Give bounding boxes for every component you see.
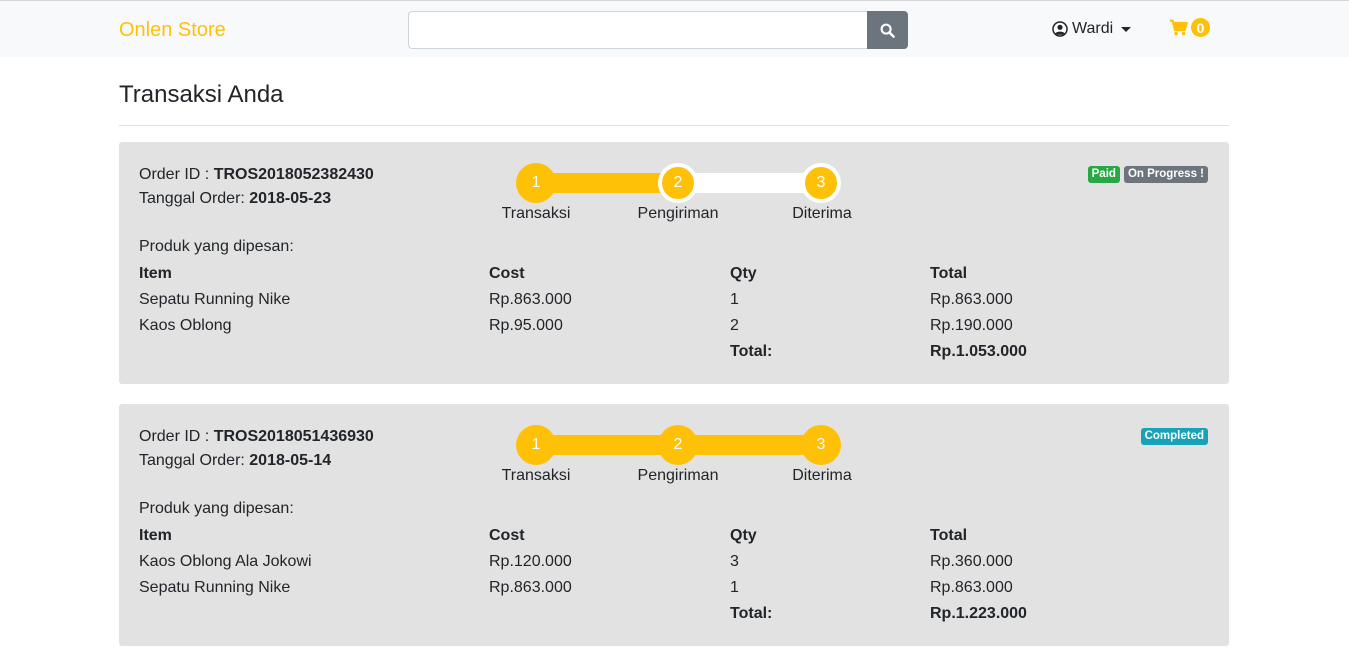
step-label-transaksi: Transaksi xyxy=(501,205,571,222)
item-total: Rp.863.000 xyxy=(930,579,1013,596)
order-date-label: Tanggal Order: xyxy=(139,452,250,469)
item-total: Rp.360.000 xyxy=(930,553,1013,570)
item-name: Sepatu Running Nike xyxy=(139,579,291,596)
order-date: 2018-05-14 xyxy=(249,452,332,469)
item-cost: Rp.95.000 xyxy=(489,317,563,334)
step-label-diterima: Diterima xyxy=(792,205,852,222)
item-qty: 1 xyxy=(730,291,739,308)
order-date-row: Tanggal Order: 2018-05-14 xyxy=(139,449,374,473)
item-name: Kaos Oblong Ala Jokowi xyxy=(139,553,312,570)
status-badge-completed: Completed xyxy=(1140,428,1208,445)
step-circle-1: 1 xyxy=(516,163,556,203)
total-label: Total: xyxy=(730,343,773,360)
column-header-item: Item xyxy=(139,527,172,544)
status-badge-on-progress: On Progress ! xyxy=(1123,166,1208,183)
column-header-qty: Qty xyxy=(730,265,757,282)
status-badge-paid: Paid xyxy=(1087,166,1120,183)
table-header-row: Item Cost Qty Total xyxy=(139,523,1130,549)
order-items-table: Item Cost Qty Total Sepatu Running Nike … xyxy=(139,261,1130,365)
order-date-label: Tanggal Order: xyxy=(139,190,250,207)
column-header-qty: Qty xyxy=(730,527,757,544)
item-total: Rp.190.000 xyxy=(930,317,1013,334)
chevron-down-icon xyxy=(1121,26,1132,32)
user-circle-icon xyxy=(1052,21,1068,37)
step-circle-1: 1 xyxy=(516,425,556,465)
order-id: TROS2018051436930 xyxy=(213,428,374,445)
step-circle-3: 3 xyxy=(801,425,841,465)
order-items-table: Item Cost Qty Total Kaos Oblong Ala Joko… xyxy=(139,523,1130,627)
order-id-label: Order ID : xyxy=(139,166,214,183)
brand-logo[interactable]: Onlen Store xyxy=(119,19,226,42)
table-row: Kaos Oblong Ala Jokowi Rp.120.000 3 Rp.3… xyxy=(139,549,1130,575)
user-menu-dropdown[interactable]: Wardi xyxy=(1052,19,1132,39)
step-label-pengiriman: Pengiriman xyxy=(637,205,719,222)
table-row: Sepatu Running Nike Rp.863.000 1 Rp.863.… xyxy=(139,575,1130,601)
user-name: Wardi xyxy=(1072,20,1114,37)
step-label-transaksi: Transaksi xyxy=(501,467,571,484)
order-progress-steps: 1 2 3 Transaksi Pengiriman Diterima xyxy=(499,153,859,223)
order-progress-steps: 1 2 3 Transaksi Pengiriman Diterima xyxy=(499,415,859,485)
item-qty: 3 xyxy=(730,553,739,570)
search-form xyxy=(408,11,908,49)
step-circle-3: 3 xyxy=(801,163,841,203)
step-circle-2: 2 xyxy=(658,425,698,465)
products-label: Produk yang dipesan: xyxy=(139,500,294,517)
table-header-row: Item Cost Qty Total xyxy=(139,261,1130,287)
item-name: Sepatu Running Nike xyxy=(139,291,291,308)
table-total-row: Total: Rp.1.053.000 xyxy=(139,339,1130,365)
order-id-row: Order ID : TROS2018051436930 xyxy=(139,425,374,449)
item-qty: 1 xyxy=(730,579,739,596)
search-input[interactable] xyxy=(408,11,867,49)
step-label-pengiriman: Pengiriman xyxy=(637,467,719,484)
navbar: Onlen Store Wardi 0 xyxy=(0,0,1349,57)
products-label: Produk yang dipesan: xyxy=(139,238,294,255)
order-date: 2018-05-23 xyxy=(249,190,332,207)
item-cost: Rp.863.000 xyxy=(489,291,572,308)
item-total: Rp.863.000 xyxy=(930,291,1013,308)
step-label-diterima: Diterima xyxy=(792,467,852,484)
grand-total: Rp.1.223.000 xyxy=(930,605,1027,622)
item-qty: 2 xyxy=(730,317,739,334)
column-header-cost: Cost xyxy=(489,265,525,282)
search-button[interactable] xyxy=(867,11,908,49)
order-id-row: Order ID : TROS2018052382430 xyxy=(139,163,374,187)
order-status-badges: Paid On Progress ! xyxy=(1087,166,1208,183)
title-divider xyxy=(119,125,1229,126)
table-total-row: Total: Rp.1.223.000 xyxy=(139,601,1130,627)
order-date-row: Tanggal Order: 2018-05-23 xyxy=(139,187,374,211)
order-id-label: Order ID : xyxy=(139,428,214,445)
total-label: Total: xyxy=(730,605,773,622)
cart-button[interactable]: 0 xyxy=(1169,18,1210,37)
order-status-badges: Completed xyxy=(1140,428,1208,445)
order-meta: Order ID : TROS2018051436930 Tanggal Ord… xyxy=(139,425,374,473)
item-cost: Rp.120.000 xyxy=(489,553,572,570)
order-card: Order ID : TROS2018052382430 Tanggal Ord… xyxy=(119,142,1229,384)
search-icon xyxy=(880,23,895,38)
grand-total: Rp.1.053.000 xyxy=(930,343,1027,360)
item-name: Kaos Oblong xyxy=(139,317,232,334)
column-header-total: Total xyxy=(930,265,968,282)
shopping-cart-icon xyxy=(1169,19,1188,36)
order-meta: Order ID : TROS2018052382430 Tanggal Ord… xyxy=(139,163,374,211)
order-card: Order ID : TROS2018051436930 Tanggal Ord… xyxy=(119,404,1229,646)
table-row: Kaos Oblong Rp.95.000 2 Rp.190.000 xyxy=(139,313,1130,339)
step-circle-2: 2 xyxy=(658,163,698,203)
page-title: Transaksi Anda xyxy=(119,81,284,108)
table-row: Sepatu Running Nike Rp.863.000 1 Rp.863.… xyxy=(139,287,1130,313)
column-header-cost: Cost xyxy=(489,527,525,544)
cart-count-badge: 0 xyxy=(1191,18,1210,37)
column-header-item: Item xyxy=(139,265,172,282)
order-id: TROS2018052382430 xyxy=(213,166,374,183)
item-cost: Rp.863.000 xyxy=(489,579,572,596)
column-header-total: Total xyxy=(930,527,968,544)
